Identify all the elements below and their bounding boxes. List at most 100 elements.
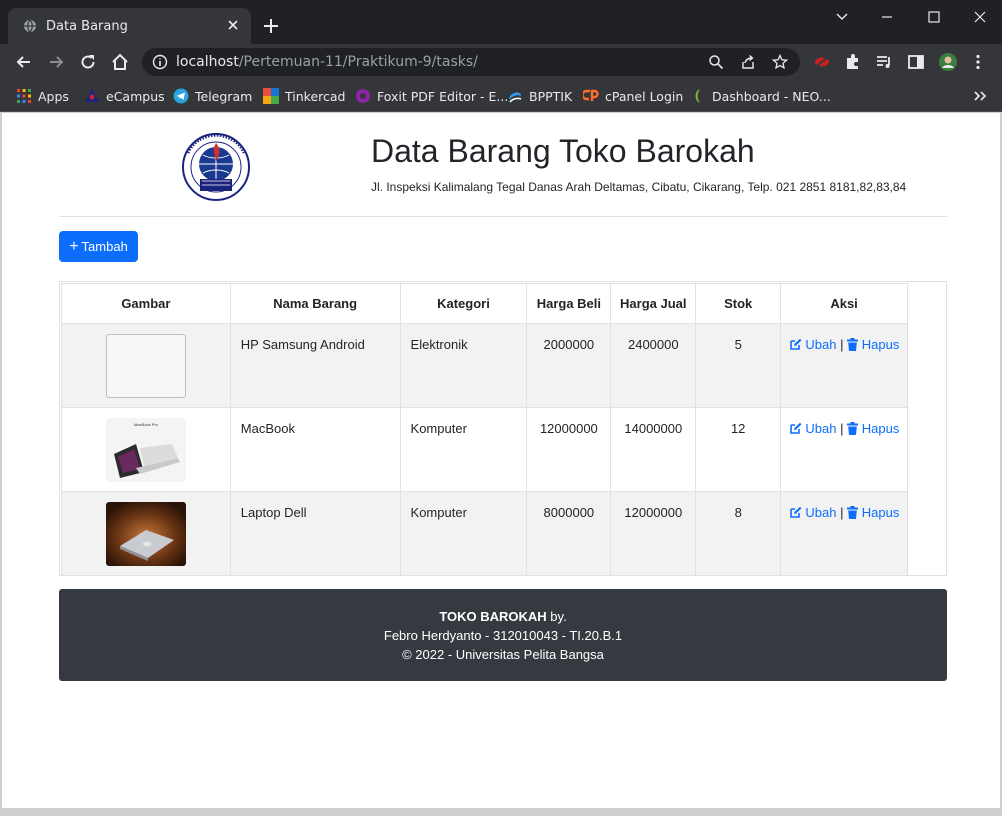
item-name: MacBook (229, 407, 401, 492)
tinkercad-icon (263, 88, 279, 104)
chevron-down-icon[interactable] (833, 8, 851, 26)
items-table: Gambar Nama Barang Kategori Harga Beli H… (61, 283, 908, 576)
foxit-icon (356, 89, 370, 103)
edit-link[interactable]: Ubah (789, 421, 840, 436)
item-sell-price: 12000000 (610, 491, 697, 576)
bookmark-label: Foxit PDF Editor - E... (377, 88, 509, 104)
laptop-dell-product-image (105, 502, 186, 566)
actions-cell: Ubah | Hapus (780, 407, 908, 492)
table-row: Laptop Dell Komputer 8000000 12000000 8 … (61, 491, 908, 576)
share-icon[interactable] (740, 54, 756, 70)
delete-label: Hapus (861, 505, 900, 520)
item-stock: 12 (695, 407, 782, 492)
action-separator: | (840, 421, 844, 436)
home-icon[interactable] (110, 52, 130, 72)
bookmark-apps[interactable]: Apps (16, 87, 69, 105)
menu-dots-icon[interactable] (968, 52, 988, 72)
item-stock: 8 (695, 491, 782, 576)
address-bar[interactable]: localhost/Pertemuan-11/Praktikum-9/tasks… (142, 48, 800, 76)
forward-arrow-icon[interactable] (46, 52, 66, 72)
column-header: Gambar (61, 283, 231, 324)
actions-cell: Ubah | Hapus (780, 323, 908, 408)
telegram-icon (173, 88, 189, 104)
item-stock: 5 (695, 323, 782, 408)
edit-icon (789, 422, 802, 434)
extensions-puzzle-icon[interactable] (843, 52, 863, 72)
item-buy-price: 12000000 (526, 407, 612, 492)
bookmark-foxit[interactable]: Foxit PDF Editor - E... (355, 87, 508, 105)
close-tab-icon[interactable] (225, 17, 241, 33)
footer-brand-line: TOKO BAROKAH by. (59, 609, 947, 624)
footer-author: Febro Herdyanto - 312010043 - TI.20.B.1 (383, 628, 623, 643)
minimize-icon[interactable] (878, 8, 896, 26)
side-panel-icon[interactable] (906, 52, 926, 72)
edit-link[interactable]: Ubah (789, 505, 840, 520)
edit-link[interactable]: Ubah (789, 337, 840, 352)
close-window-icon[interactable] (971, 8, 989, 26)
browser-tab[interactable]: Data Barang (8, 8, 251, 44)
url-text: localhost/Pertemuan-11/Praktikum-9/tasks… (176, 54, 478, 70)
macbook-product-image: MacBook Pro (105, 418, 186, 482)
trash-icon (847, 506, 859, 519)
bookmark-label: eCampus (106, 88, 165, 104)
image-cell (61, 323, 231, 408)
globe-icon (24, 19, 36, 33)
item-buy-price: 2000000 (526, 323, 612, 408)
bookmark-label: BPPTIK (529, 88, 573, 104)
image-caption: MacBook Pro (134, 422, 159, 427)
delete-label: Hapus (861, 337, 900, 352)
item-sell-price: 2400000 (610, 323, 697, 408)
edit-label: Ubah (805, 337, 837, 352)
reload-icon[interactable] (78, 52, 98, 72)
url-host: localhost (176, 54, 239, 70)
column-header: Harga Beli (526, 283, 612, 324)
item-sell-price: 14000000 (610, 407, 697, 492)
tab-title: Data Barang (46, 19, 128, 34)
item-name: HP Samsung Android (229, 323, 401, 408)
browser-titlebar: Data Barang (0, 0, 1002, 44)
item-category: Elektronik (399, 323, 528, 408)
bookmark-label: Tinkercad (285, 88, 346, 104)
more-bookmarks-icon[interactable] (972, 88, 988, 104)
url-path: /Pertemuan-11/Praktikum-9/tasks/ (238, 54, 478, 70)
bookmark-telegram[interactable]: Telegram (173, 87, 252, 105)
broken-image-icon (105, 334, 186, 398)
bookmark-ecampus[interactable]: eCampus (84, 87, 165, 105)
bookmark-bpptik[interactable]: BPPTIK (507, 87, 572, 105)
profile-avatar-icon[interactable] (938, 52, 958, 72)
table-row: HP Samsung Android Elektronik 2000000 24… (61, 323, 908, 408)
bookmark-cpanel[interactable]: cPanel Login (583, 87, 683, 105)
media-queue-icon[interactable] (874, 52, 894, 72)
bookmark-tinkercad[interactable]: Tinkercad (263, 87, 345, 105)
table-row: MacBook Pro MacBook Komputer 12000000 14… (61, 407, 908, 492)
neo-icon (695, 89, 700, 103)
delete-link[interactable]: Hapus (847, 505, 899, 520)
bookmark-label: Telegram (195, 88, 253, 104)
zoom-icon[interactable] (708, 54, 724, 70)
item-category: Komputer (399, 491, 528, 576)
cpanel-icon (583, 89, 599, 101)
edit-icon (789, 506, 802, 518)
bookmark-neo-dashboard[interactable]: Dashboard - NEO... (690, 87, 831, 105)
footer-brand-suffix: by. (546, 609, 567, 624)
page-header: Data Barang Toko Barokah Jl. Inspeksi Ka… (59, 113, 947, 217)
trash-icon (847, 422, 859, 435)
footer-brand: TOKO BAROKAH (439, 609, 547, 624)
eye-off-extension-icon[interactable] (812, 52, 832, 72)
bookmark-label: Dashboard - NEO... (712, 88, 831, 104)
bookmark-label: Apps (38, 88, 69, 104)
edit-icon (789, 338, 802, 350)
action-separator: | (840, 505, 844, 520)
info-icon[interactable] (152, 54, 168, 70)
column-header: Aksi (780, 283, 908, 324)
delete-link[interactable]: Hapus (847, 337, 899, 352)
apps-grid-icon (17, 89, 31, 103)
star-icon[interactable] (772, 54, 788, 70)
maximize-icon[interactable] (925, 8, 943, 26)
add-item-button[interactable]: + Tambah (59, 231, 138, 262)
back-arrow-icon[interactable] (14, 52, 34, 72)
item-buy-price: 8000000 (526, 491, 612, 576)
new-tab-icon[interactable] (262, 17, 280, 35)
delete-link[interactable]: Hapus (847, 421, 899, 436)
delete-label: Hapus (861, 421, 900, 436)
